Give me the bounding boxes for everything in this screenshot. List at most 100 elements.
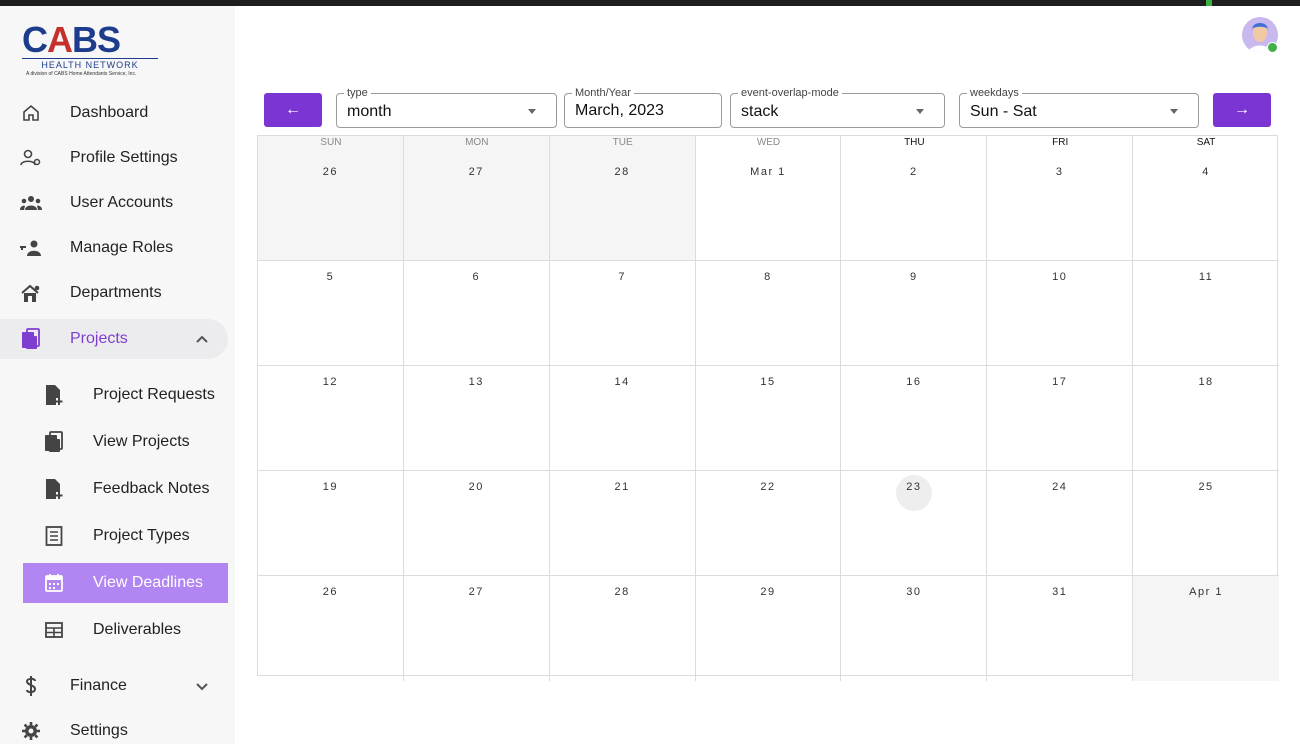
users-icon <box>20 192 42 214</box>
calendar-day-cell[interactable]: 17 <box>987 366 1134 471</box>
sidebar-item-profile-settings[interactable]: Profile Settings <box>0 138 228 178</box>
calendar-day-cell[interactable]: 19 <box>258 471 404 576</box>
event-overlap-mode-select[interactable]: event-overlap-mode stack <box>730 87 945 128</box>
calendar-day-cell[interactable]: 7 <box>549 261 696 366</box>
calendar-day-number[interactable]: 23 <box>841 481 986 493</box>
sidebar-subitem-deliverables[interactable]: Deliverables <box>23 610 228 650</box>
calendar-day-number[interactable]: 30 <box>841 586 986 598</box>
calendar-day-cell[interactable]: 16 <box>841 366 988 471</box>
calendar-day-number[interactable]: 3 <box>987 166 1132 178</box>
calendar-day-cell[interactable]: 5 <box>258 261 404 366</box>
sidebar-item-label: Manage Roles <box>70 239 174 256</box>
calendar-day-number[interactable]: 4 <box>1133 166 1279 178</box>
calendar-day-cell[interactable]: 15 <box>695 366 842 471</box>
calendar-day-number[interactable]: 25 <box>1133 481 1279 493</box>
calendar-day-cell[interactable]: 20 <box>403 471 550 576</box>
calendar-day-cell[interactable]: 24 <box>987 471 1134 576</box>
calendar-day-number[interactable]: 11 <box>1133 271 1279 283</box>
calendar-day-number[interactable]: 10 <box>987 271 1132 283</box>
type-value: month <box>347 103 392 120</box>
sidebar-subitem-view-deadlines[interactable]: View Deadlines <box>23 563 228 603</box>
calendar-day-cell[interactable]: 21 <box>549 471 696 576</box>
calendar-day-number[interactable]: 9 <box>841 271 986 283</box>
calendar-day-cell[interactable]: 23 <box>841 471 988 576</box>
calendar-day-number[interactable]: 12 <box>258 376 403 388</box>
calendar-day-cell[interactable]: Apr 1 <box>1133 576 1279 681</box>
previous-button[interactable]: ← <box>264 93 322 127</box>
calendar-day-number[interactable]: 6 <box>404 271 549 283</box>
calendar-day-cell[interactable]: 31 <box>987 576 1134 681</box>
calendar-day-number[interactable]: 19 <box>258 481 403 493</box>
calendar-day-cell[interactable]: 8 <box>695 261 842 366</box>
calendar-day-number[interactable]: 28 <box>550 586 695 598</box>
sidebar-item-settings[interactable]: Settings <box>0 711 228 751</box>
calendar-day-cell[interactable]: 25 <box>1133 471 1279 576</box>
logo[interactable]: CABS HEALTH NETWORK A division of CABS H… <box>20 22 160 82</box>
sidebar-item-manage-roles[interactable]: Manage Roles <box>0 228 228 268</box>
sidebar-item-label: Profile Settings <box>70 149 178 166</box>
calendar-day-number[interactable]: 26 <box>258 586 403 598</box>
calendar-day-cell[interactable]: 26 <box>258 576 404 681</box>
calendar-day-number[interactable]: 21 <box>550 481 695 493</box>
calendar-day-number[interactable]: 5 <box>258 271 403 283</box>
sidebar-item-label: Projects <box>70 330 128 347</box>
weekdays-legend: weekdays <box>967 87 1022 99</box>
calendar-day-cell[interactable]: 28 <box>550 576 696 681</box>
calendar-day-cell[interactable]: 6 <box>403 261 550 366</box>
projects-icon <box>43 431 65 453</box>
type-select[interactable]: type month <box>336 87 557 128</box>
month-year-field[interactable]: Month/Year March, 2023 <box>564 87 722 128</box>
table-icon <box>43 619 65 641</box>
calendar-day-cell[interactable]: 29 <box>696 576 842 681</box>
calendar-day-cell[interactable]: 30 <box>841 576 988 681</box>
dollar-icon <box>20 675 42 697</box>
sidebar-item-finance[interactable]: Finance <box>0 666 228 706</box>
chevron-down-icon <box>194 678 210 694</box>
calendar-day-cell[interactable]: 18 <box>1133 366 1279 471</box>
calendar-day-cell[interactable]: 27 <box>404 576 550 681</box>
chevron-up-icon <box>194 331 210 347</box>
sidebar-subitem-project-types[interactable]: Project Types <box>23 516 228 556</box>
calendar-day-number[interactable]: 29 <box>696 586 841 598</box>
logo-tagline: A division of CABS Home Attendants Servi… <box>26 71 137 77</box>
sidebar-subitem-feedback-notes[interactable]: Feedback Notes <box>23 469 228 509</box>
calendar-day-number[interactable]: 31 <box>987 586 1132 598</box>
sidebar-subitem-view-projects[interactable]: View Projects <box>23 422 228 462</box>
gear-icon <box>20 720 42 742</box>
sidebar-item-departments[interactable]: Departments <box>0 273 228 313</box>
sidebar-item-dashboard[interactable]: Dashboard <box>0 93 228 133</box>
calendar-day-number[interactable]: 27 <box>404 586 549 598</box>
calendar-day-cell[interactable]: 12 <box>258 366 404 471</box>
weekdays-select[interactable]: weekdays Sun - Sat <box>959 87 1199 128</box>
calendar-day-number[interactable]: 7 <box>550 271 695 283</box>
weekday-header-mon: MON <box>465 137 489 148</box>
departments-icon <box>20 282 42 304</box>
calendar-day-number[interactable]: 13 <box>404 376 549 388</box>
calendar-day-number[interactable]: 2 <box>841 166 986 178</box>
calendar-day-number[interactable]: 16 <box>841 376 986 388</box>
calendar-day-number[interactable]: 20 <box>404 481 549 493</box>
calendar-day-number[interactable]: 17 <box>987 376 1132 388</box>
calendar-day-number[interactable]: 18 <box>1133 376 1279 388</box>
calendar-day-cell[interactable]: 14 <box>549 366 696 471</box>
calendar-day-number[interactable]: 14 <box>550 376 695 388</box>
calendar-day-cell[interactable]: 11 <box>1133 261 1279 366</box>
calendar-day-number[interactable]: 24 <box>987 481 1132 493</box>
calendar-day-number[interactable]: 28 <box>550 166 695 178</box>
sidebar-item-label: User Accounts <box>70 194 174 211</box>
calendar-day-number[interactable]: 26 <box>258 166 403 178</box>
next-button[interactable]: → <box>1213 93 1271 127</box>
calendar-day-number[interactable]: Apr 1 <box>1133 586 1279 598</box>
calendar-day-number[interactable]: 15 <box>696 376 841 388</box>
sidebar-subitem-project-requests[interactable]: Project Requests <box>23 375 228 415</box>
calendar-day-cell[interactable]: 13 <box>403 366 550 471</box>
calendar-day-cell[interactable]: 22 <box>695 471 842 576</box>
calendar-day-number[interactable]: Mar 1 <box>696 166 841 178</box>
sidebar-item-projects[interactable]: Projects <box>0 319 228 359</box>
calendar-day-number[interactable]: 8 <box>696 271 841 283</box>
calendar-day-number[interactable]: 27 <box>404 166 549 178</box>
sidebar-item-user-accounts[interactable]: User Accounts <box>0 183 228 223</box>
calendar-day-number[interactable]: 22 <box>696 481 841 493</box>
calendar-day-cell[interactable]: 9 <box>841 261 988 366</box>
calendar-day-cell[interactable]: 10 <box>987 261 1134 366</box>
